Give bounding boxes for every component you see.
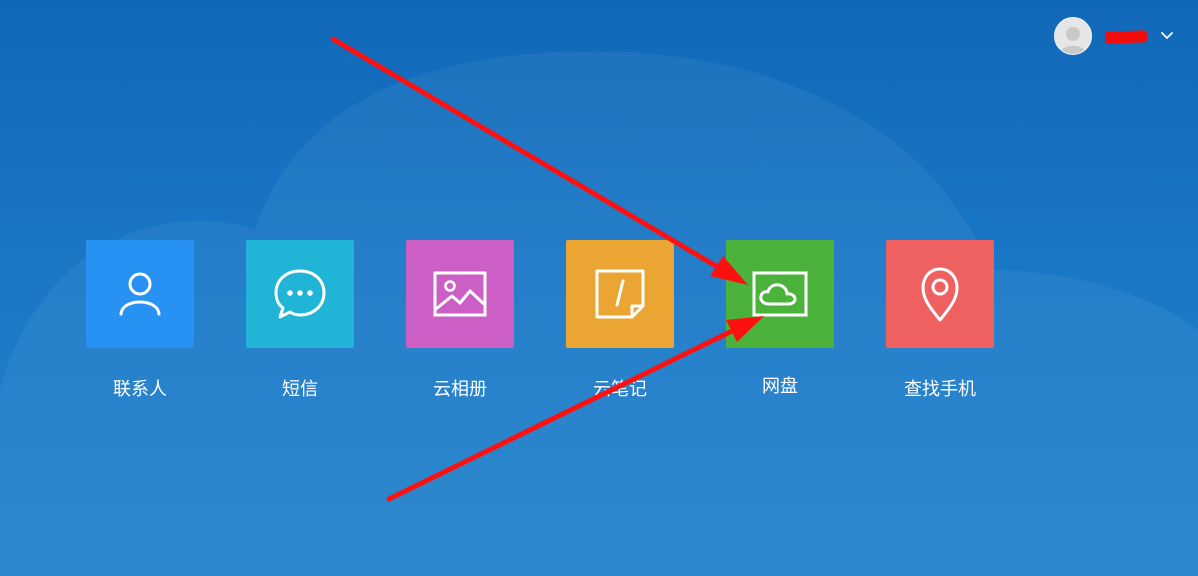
app-label-contacts[interactable]: 联系人 [66, 379, 214, 401]
app-label-find-phone[interactable]: 查找手机 [866, 379, 1014, 401]
app-contacts[interactable]: 联系人 [86, 240, 194, 410]
contacts-tile[interactable] [86, 240, 194, 348]
app-cloud-drive[interactable]: 网盘 [726, 240, 834, 410]
app-label-cloud-drive[interactable]: 网盘 [706, 376, 854, 398]
location-pin-icon [921, 267, 959, 322]
app-photos[interactable]: 云相册 [406, 240, 514, 410]
find-phone-tile[interactable] [886, 240, 994, 348]
photos-tile[interactable] [406, 240, 514, 348]
notes-tile[interactable] [566, 240, 674, 348]
chat-bubble-icon [274, 269, 326, 319]
cloud-drive-tile[interactable] [726, 240, 834, 348]
username[interactable] [1106, 27, 1146, 45]
photo-icon [433, 271, 487, 317]
cloud-drive-icon [752, 271, 808, 317]
app-label-notes[interactable]: 云笔记 [546, 379, 694, 401]
app-messages[interactable]: 短信 [246, 240, 354, 410]
app-grid: 联系人 短信 云相册 云笔记 网盘 查找手机 [86, 240, 994, 420]
app-find-phone[interactable]: 查找手机 [886, 240, 994, 410]
app-label-photos[interactable]: 云相册 [386, 379, 534, 401]
user-avatar-icon[interactable] [1054, 17, 1092, 55]
app-label-messages[interactable]: 短信 [226, 379, 374, 401]
note-icon [595, 269, 645, 319]
messages-tile[interactable] [246, 240, 354, 348]
chevron-down-icon[interactable] [1160, 29, 1174, 43]
person-icon [119, 272, 161, 316]
app-notes[interactable]: 云笔记 [566, 240, 674, 410]
user-menu[interactable] [1054, 17, 1174, 55]
